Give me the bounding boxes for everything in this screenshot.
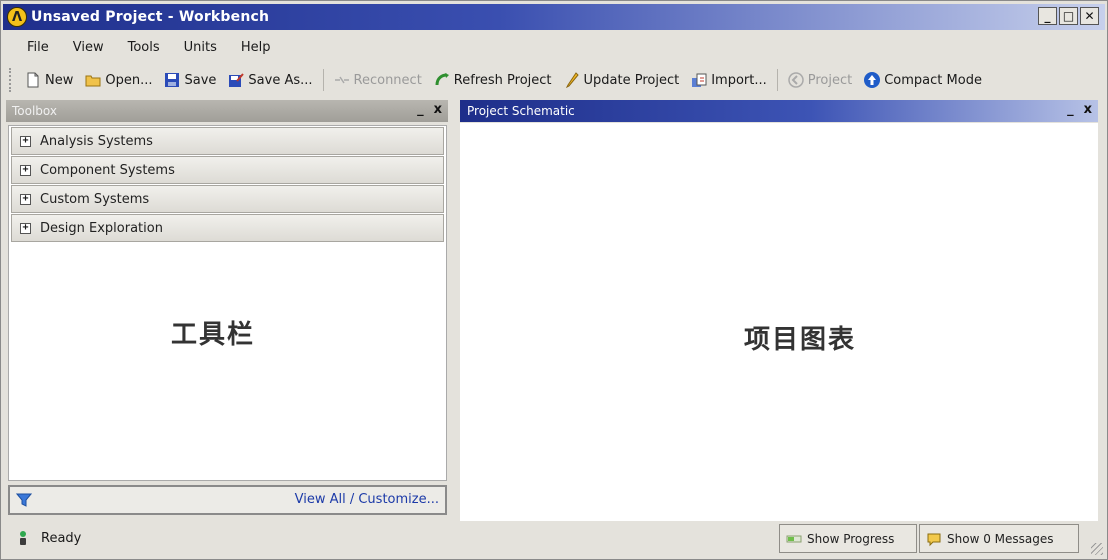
menu-tools[interactable]: Tools: [116, 37, 172, 59]
app-logo-icon: Λ: [7, 7, 27, 27]
import-button[interactable]: Import...: [685, 70, 773, 90]
import-label: Import...: [711, 72, 767, 88]
reconnect-icon: [334, 76, 349, 84]
new-icon: [27, 72, 39, 88]
status-text: Ready: [41, 530, 82, 546]
toolbar-grip[interactable]: [9, 68, 13, 92]
save-as-label: Save As...: [248, 72, 313, 88]
reconnect-button[interactable]: Reconnect: [328, 70, 428, 90]
toolbox-footer: View All / Customize...: [8, 485, 447, 515]
toolbar-separator-2: [776, 69, 778, 91]
new-button[interactable]: New: [19, 70, 79, 90]
compact-mode-button[interactable]: Compact Mode: [858, 70, 988, 90]
update-project-label: Update Project: [583, 72, 680, 88]
open-folder-icon: [85, 75, 101, 87]
compact-mode-label: Compact Mode: [884, 72, 982, 88]
window-controls: _ □ ✕: [1038, 7, 1099, 25]
workbench-window: Λ Unsaved Project - Workbench _ □ ✕ File…: [0, 0, 1108, 560]
filter-icon[interactable]: [16, 492, 32, 508]
open-label: Open...: [105, 72, 153, 88]
expand-icon[interactable]: +: [20, 193, 31, 205]
main-toolbar: New Open... Save Save As... Reconnect Re…: [9, 64, 1101, 96]
open-button[interactable]: Open...: [79, 70, 158, 90]
toolbar-separator: [322, 69, 324, 91]
schematic-controls: _ x: [1067, 102, 1092, 117]
status-light-icon: [20, 531, 26, 545]
status-indicator: Ready: [15, 530, 81, 546]
schematic-canvas[interactable]: 项目图表: [460, 123, 1098, 521]
menu-bar: File View Tools Units Help: [15, 37, 283, 59]
refresh-icon: [435, 73, 449, 86]
expand-icon[interactable]: +: [20, 164, 31, 176]
toolbox-controls: _ x: [417, 102, 442, 117]
save-label: Save: [184, 72, 217, 88]
toolbox-annotation: 工具栏: [171, 320, 256, 350]
menu-view[interactable]: View: [61, 37, 116, 59]
view-all-customize-link[interactable]: View All / Customize...: [295, 492, 439, 507]
resize-grip[interactable]: [1091, 543, 1103, 555]
show-progress-button[interactable]: Show Progress: [779, 524, 917, 553]
save-icon: [165, 73, 180, 87]
schematic-minimize-button[interactable]: _: [1067, 102, 1074, 117]
toolbox-minimize-button[interactable]: _: [417, 102, 424, 117]
toolbox-header: Toolbox _ x: [6, 100, 448, 122]
window-title: Unsaved Project - Workbench: [31, 9, 270, 25]
menu-units[interactable]: Units: [172, 37, 229, 59]
save-button[interactable]: Save: [158, 70, 222, 90]
project-back-icon: [788, 72, 804, 88]
progress-icon: [786, 535, 802, 542]
import-icon: [692, 73, 707, 87]
maximize-button[interactable]: □: [1059, 7, 1078, 25]
toolbox-close-button[interactable]: x: [434, 102, 442, 117]
save-as-button[interactable]: Save As...: [222, 70, 318, 90]
show-messages-label: Show 0 Messages: [947, 531, 1054, 546]
new-label: New: [45, 72, 74, 88]
update-icon: [565, 72, 579, 88]
minimize-button[interactable]: _: [1038, 7, 1057, 25]
schematic-title: Project Schematic: [467, 104, 575, 118]
save-as-icon: [229, 73, 245, 87]
close-button[interactable]: ✕: [1080, 7, 1099, 25]
category-label: Design Exploration: [40, 220, 163, 236]
category-label: Analysis Systems: [40, 133, 153, 149]
reconnect-label: Reconnect: [353, 72, 422, 88]
status-bar: Ready Show Progress Show 0 Messages: [3, 522, 1107, 558]
schematic-close-button[interactable]: x: [1084, 102, 1092, 117]
project-button[interactable]: Project: [782, 70, 858, 90]
schematic-annotation: 项目图表: [744, 325, 857, 355]
category-analysis-systems[interactable]: + Analysis Systems: [11, 127, 444, 155]
menu-file[interactable]: File: [15, 37, 61, 59]
compact-mode-icon: [864, 72, 881, 88]
category-component-systems[interactable]: + Component Systems: [11, 156, 444, 184]
show-progress-label: Show Progress: [807, 531, 895, 546]
refresh-project-label: Refresh Project: [453, 72, 552, 88]
show-messages-button[interactable]: Show 0 Messages: [919, 524, 1079, 553]
refresh-project-button[interactable]: Refresh Project: [428, 70, 558, 90]
category-custom-systems[interactable]: + Custom Systems: [11, 185, 444, 213]
toolbox-body: + Analysis Systems + Component Systems +…: [8, 125, 447, 481]
expand-icon[interactable]: +: [20, 135, 31, 147]
update-project-button[interactable]: Update Project: [558, 70, 686, 90]
category-label: Component Systems: [40, 162, 175, 178]
menu-help[interactable]: Help: [229, 37, 283, 59]
title-bar[interactable]: Λ Unsaved Project - Workbench _ □ ✕: [3, 4, 1105, 30]
toolbox-title: Toolbox: [12, 104, 57, 118]
category-label: Custom Systems: [40, 191, 150, 207]
schematic-header: Project Schematic _ x: [460, 100, 1098, 122]
category-design-exploration[interactable]: + Design Exploration: [11, 214, 444, 242]
expand-icon[interactable]: +: [20, 222, 31, 234]
messages-icon: [927, 533, 941, 546]
project-label: Project: [807, 72, 853, 88]
